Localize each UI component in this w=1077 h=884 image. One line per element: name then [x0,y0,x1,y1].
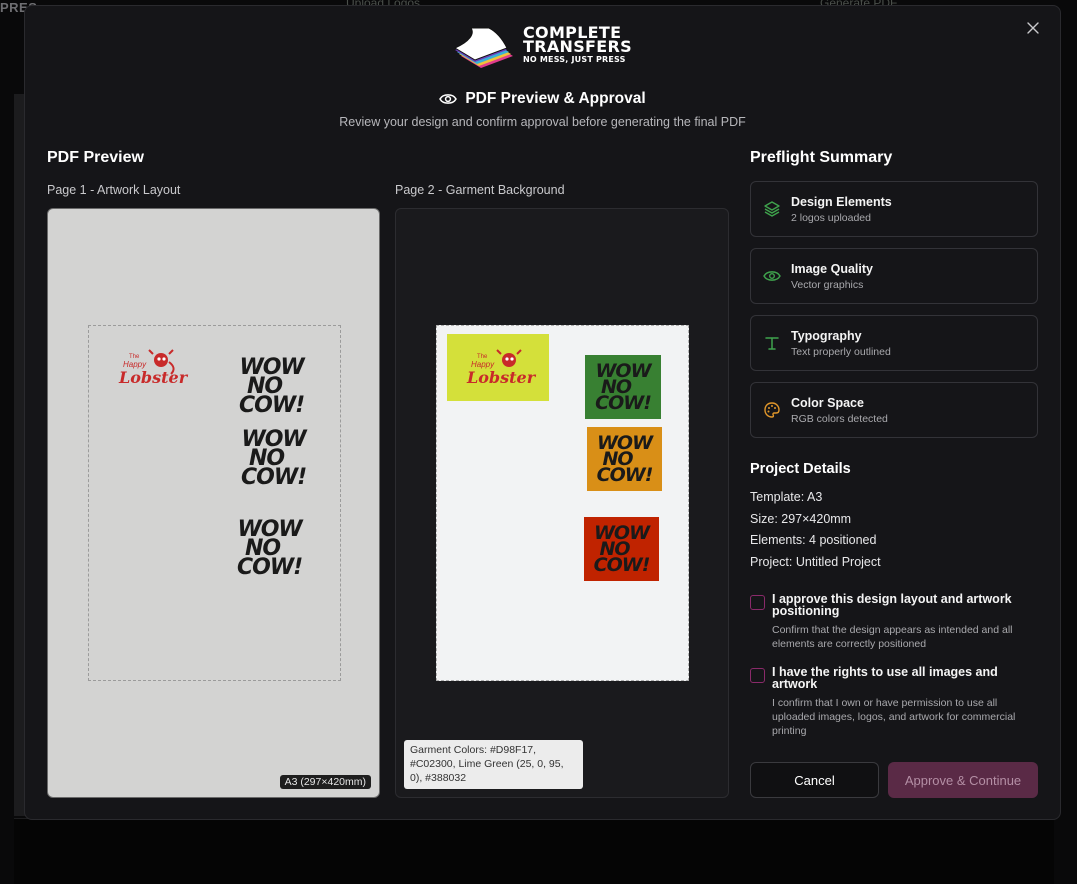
page-size-badge: A3 (297×420mm) [279,775,371,789]
preflight-card-typography: Typography Text properly outlined [750,315,1038,371]
wow-no-cow-logo-3: WOW NO COW! [237,519,303,580]
project-details-heading: Project Details [750,461,851,477]
wow-line-3: COW! [241,465,307,490]
project-size: Size: 297×420mm [750,512,852,526]
preflight-title: Typography [791,329,862,343]
approve-layout-row: I approve this design layout and artwork… [750,593,1045,653]
approve-layout-checkbox[interactable] [750,595,765,610]
close-button[interactable] [1022,17,1044,39]
brand-tagline: NO MESS, JUST PRESS [523,55,626,64]
preflight-title: Color Space [791,396,864,410]
wow-no-cow-logo-garment-3: WOW NO COW! [593,524,651,576]
brand-line2: TRANSFERS [523,37,632,56]
preflight-sub: Vector graphics [791,279,864,291]
wow-no-cow-logo-garment-1: WOW NO COW! [595,362,652,414]
modal-title: PDF Preview & Approval [465,90,646,107]
project-elements: Elements: 4 positioned [750,533,877,547]
page1-artwork-preview: The Happy Lobster WOW NO COW! WOW NO COW! WO… [47,208,380,798]
swatch-red: WOW NO COW! [584,517,659,581]
wow-line-3: COW! [593,554,651,576]
preflight-card-color-space: Color Space RGB colors detected [750,382,1038,438]
page2-garment-preview: The Happy Lobster WOW NO COW! WOW NO COW! WO… [395,208,729,798]
wow-no-cow-logo-2: WOW NO COW! [241,429,307,490]
wow-line-3: COW! [595,392,652,414]
modal-subtitle: Review your design and confirm approval … [339,115,746,129]
swatch-orange: WOW NO COW! [587,427,662,491]
palette-icon [762,400,782,420]
layers-icon [762,199,782,219]
garment-sheet: The Happy Lobster WOW NO COW! WOW NO COW! WO… [436,325,689,681]
wow-line-3: COW! [239,393,305,418]
approve-layout-label: I approve this design layout and artwork… [772,592,1012,618]
page2-label: Page 2 - Garment Background [395,183,565,197]
transfer-sheet-icon [453,27,513,68]
approve-continue-button[interactable]: Approve & Continue [888,762,1038,798]
happy-lobster-logo-garment: The Happy Lobster [467,348,535,388]
preflight-title: Design Elements [791,195,892,209]
cancel-button[interactable]: Cancel [750,762,879,798]
wow-no-cow-logo-1: WOW NO COW! [239,357,305,418]
happy-lobster-logo: The Happy Lobster [119,348,187,388]
preflight-card-image-quality: Image Quality Vector graphics [750,248,1038,304]
swatch-green: WOW NO COW! [585,355,661,419]
logo-main-text: Lobster [119,368,188,387]
preflight-card-design-elements: Design Elements 2 logos uploaded [750,181,1038,237]
print-area-guide: The Happy Lobster WOW NO COW! WOW NO COW! WO… [88,325,341,681]
type-icon [762,333,782,353]
preflight-sub: RGB colors detected [791,413,888,425]
close-icon [1027,22,1039,34]
preflight-sub: Text properly outlined [791,346,891,358]
brand-logo: COMPLETE TRANSFERS NO MESS, JUST PRESS [453,25,635,72]
wow-line-3: COW! [237,555,303,580]
preflight-sub: 2 logos uploaded [791,212,871,224]
swatch-lime: The Happy Lobster [447,334,549,401]
background-footer [14,818,1054,884]
rights-confirm-row: I have the rights to use all images and … [750,666,1045,741]
eye-icon [439,94,458,104]
rights-confirm-desc: I confirm that I own or have permission … [772,697,1016,737]
wow-no-cow-logo-garment-2: WOW NO COW! [596,434,654,486]
project-name: Project: Untitled Project [750,555,881,569]
project-template: Template: A3 [750,490,823,504]
page1-label: Page 1 - Artwork Layout [47,183,181,197]
rights-confirm-label: I have the rights to use all images and … [772,665,998,691]
rights-confirm-checkbox[interactable] [750,668,765,683]
modal-title-row: PDF Preview & Approval [25,90,1060,108]
eye-icon [762,266,782,286]
wow-line-3: COW! [596,464,654,486]
approve-layout-desc: Confirm that the design appears as inten… [772,624,1013,650]
preflight-title: Image Quality [791,262,873,276]
pdf-preview-heading: PDF Preview [47,149,144,166]
garment-colors-note: Garment Colors: #D98F17, #C02300, Lime G… [404,740,583,789]
preflight-heading: Preflight Summary [750,149,893,166]
logo-main-text: Lobster [467,367,536,387]
pdf-preview-modal: COMPLETE TRANSFERS NO MESS, JUST PRESS P… [24,5,1061,820]
